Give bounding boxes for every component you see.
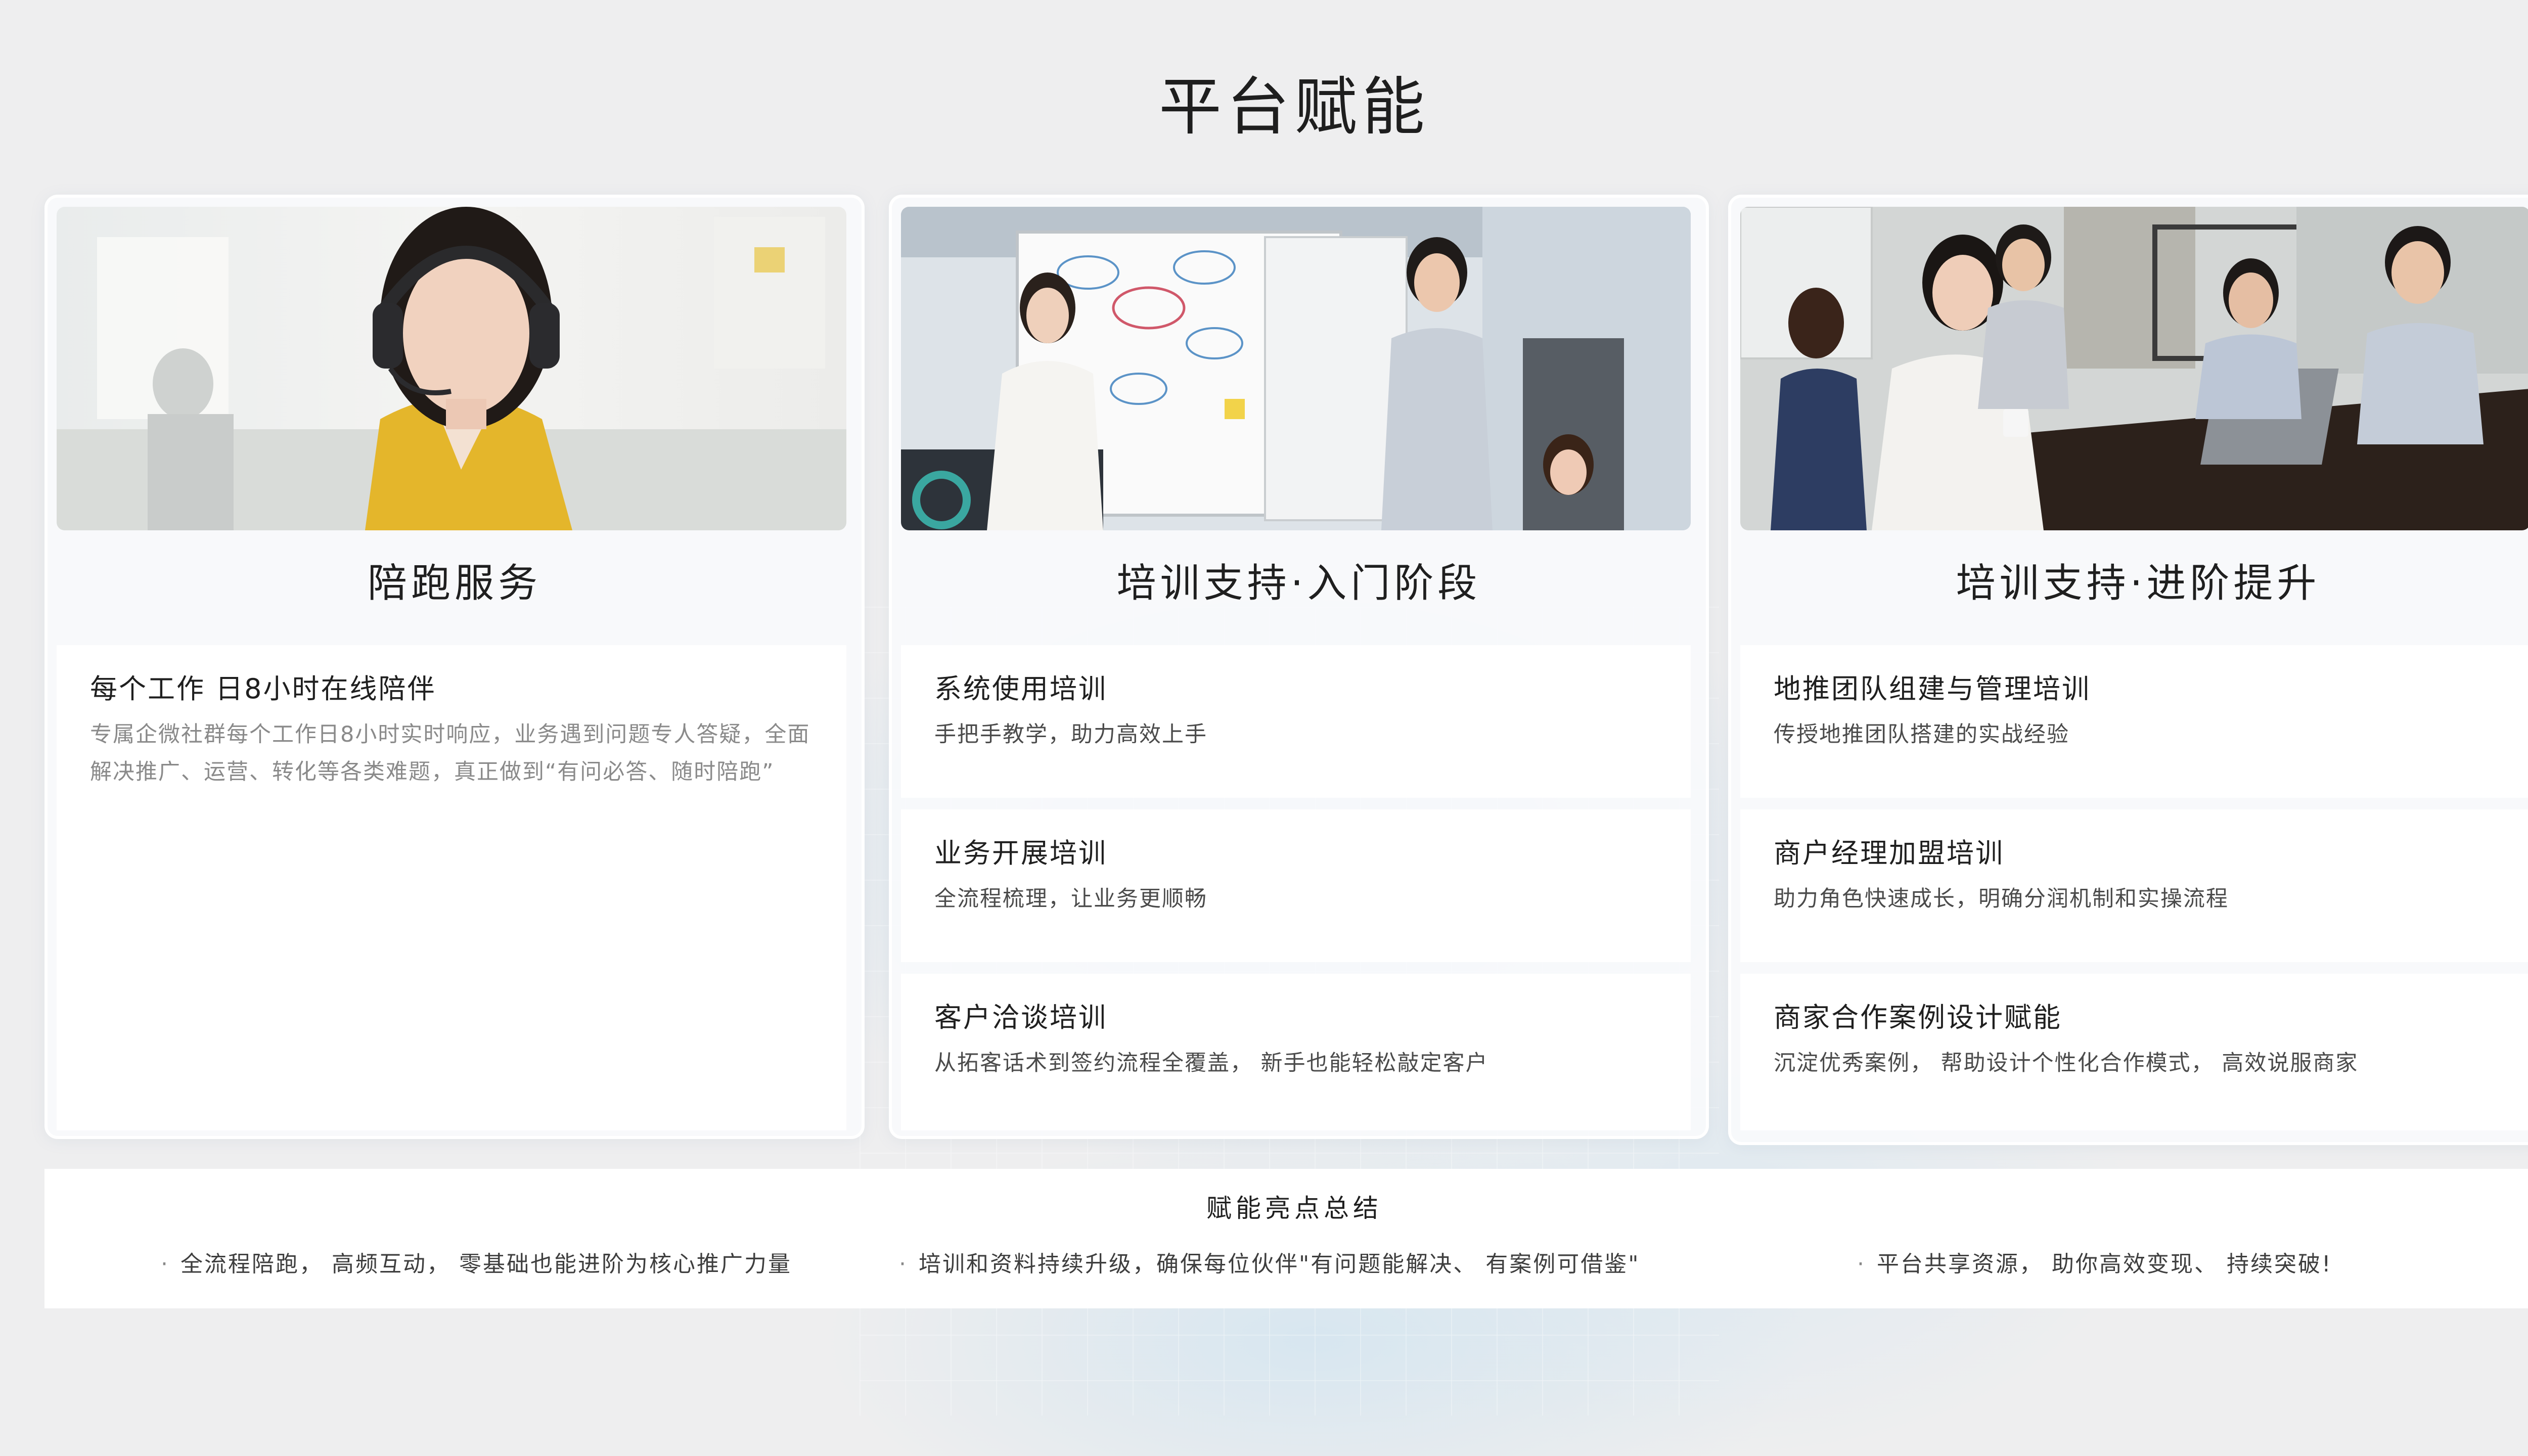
summary-point: · 培训和资料持续升级，确保每位伙伴"有问题能解决、 有案例可借鉴" [899,1246,1640,1278]
card-item: 每个工作 日8小时在线陪伴 专属企微社群每个工作日8小时实时响应，业务遇到问题专… [57,645,846,1130]
card-companion-service: 陪跑服务 每个工作 日8小时在线陪伴 专属企微社群每个工作日8小时实时响应，业务… [44,195,865,1139]
bullet-dot-icon: · [161,1251,169,1277]
card-item: 业务开展培训 全流程梳理，让业务更顺畅 [901,809,1691,962]
summary-title: 赋能亮点总结 [1206,1194,1382,1223]
card-training-advanced: 培训支持·进阶提升 地推团队组建与管理培训 传授地推团队搭建的实战经验 商户经理… [1728,195,2528,1145]
item-desc: 全流程梳理，让业务更顺畅 [934,886,1207,912]
summary-point: · 平台共享资源， 助你高效变现、 持续突破! [1857,1246,2332,1278]
item-title: 每个工作 日8小时在线陪伴 [90,673,436,705]
bullet-dot-icon: · [1857,1251,1866,1277]
summary-point-text: 培训和资料持续升级，确保每位伙伴"有问题能解决、 有案例可借鉴" [919,1251,1640,1277]
page-title: 平台赋能 [1158,71,1430,144]
card-item: 商家合作案例设计赋能 沉淀优秀案例， 帮助设计个性化合作模式， 高效说服商家 [1740,974,2528,1130]
item-desc: 专属企微社群每个工作日8小时实时响应，业务遇到问题专人答疑，全面解决推广、运营、… [90,722,810,785]
card-item: 地推团队组建与管理培训 传授地推团队搭建的实战经验 [1740,645,2528,798]
item-title: 客户洽谈培训 [934,1002,1107,1033]
item-title: 商户经理加盟培训 [1774,837,2004,869]
item-title: 系统使用培训 [934,673,1107,705]
team-meeting-photo [1740,207,2528,530]
summary-point: · 全流程陪跑， 高频互动， 零基础也能进阶为核心推广力量 [161,1246,792,1278]
card-title: 培训支持·进阶提升 [1956,561,2321,606]
item-desc: 传授地推团队搭建的实战经验 [1774,722,2069,747]
summary-point-text: 全流程陪跑， 高频互动， 零基础也能进阶为核心推广力量 [180,1251,792,1277]
customer-service-headset-photo [57,207,846,530]
item-title: 商家合作案例设计赋能 [1774,1002,2062,1033]
item-desc: 从拓客话术到签约流程全覆盖， 新手也能轻松敲定客户 [934,1051,1488,1076]
summary-panel: 赋能亮点总结 · 全流程陪跑， 高频互动， 零基础也能进阶为核心推广力量 · 培训和… [44,1169,2528,1308]
card-item: 商户经理加盟培训 助力角色快速成长，明确分润机制和实操流程 [1740,809,2528,962]
item-title: 地推团队组建与管理培训 [1774,673,2091,705]
item-desc: 沉淀优秀案例， 帮助设计个性化合作模式， 高效说服商家 [1774,1051,2359,1076]
card-title: 陪跑服务 [367,561,541,606]
summary-point-text: 平台共享资源， 助你高效变现、 持续突破! [1877,1251,2332,1277]
card-training-beginner: 培训支持·入门阶段 系统使用培训 手把手教学，助力高效上手 业务开展培训 全流程… [889,195,1709,1139]
whiteboard-training-photo [901,207,1691,530]
item-title: 业务开展培训 [934,837,1107,869]
item-desc: 助力角色快速成长，明确分润机制和实操流程 [1774,886,2229,912]
card-title: 培训支持·入门阶段 [1116,561,1481,606]
card-item: 客户洽谈培训 从拓客话术到签约流程全覆盖， 新手也能轻松敲定客户 [901,974,1691,1130]
card-item: 系统使用培训 手把手教学，助力高效上手 [901,645,1691,798]
bullet-dot-icon: · [899,1251,908,1277]
item-desc: 手把手教学，助力高效上手 [934,722,1207,747]
